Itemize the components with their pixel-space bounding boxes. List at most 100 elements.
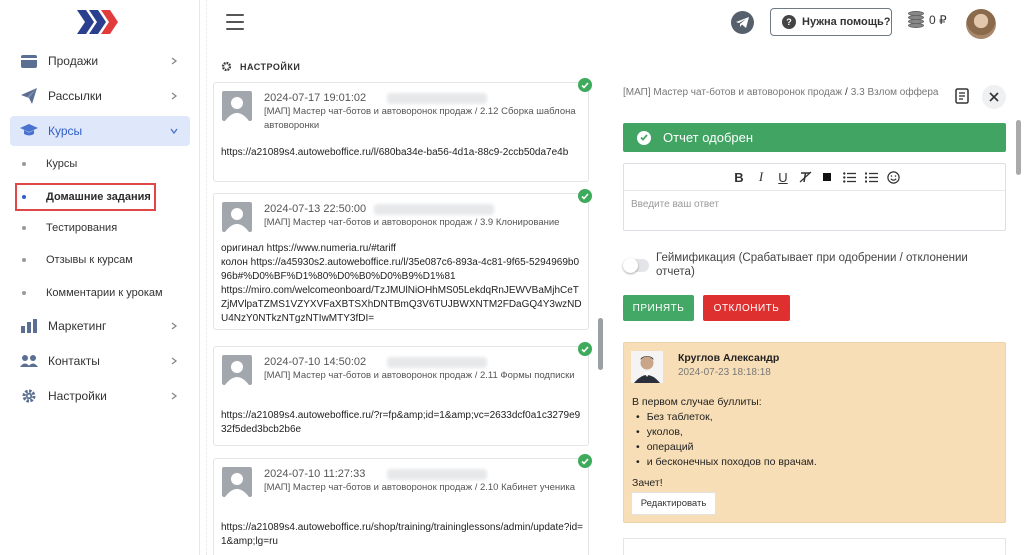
- check-icon: [578, 78, 592, 92]
- text-color-icon[interactable]: [816, 168, 838, 186]
- sidebar: Продажи Рассылки Курсы Курсы Домашние за…: [0, 0, 200, 555]
- reply-input[interactable]: Введите ваш ответ: [631, 199, 719, 210]
- submission-path: [МАП] Мастер чат-ботов и автоворонок про…: [264, 370, 575, 381]
- user-placeholder-icon: [222, 355, 252, 385]
- edit-comment-button[interactable]: Редактировать: [631, 492, 716, 515]
- submission-path: [МАП] Мастер чат-ботов и автоворонок про…: [264, 106, 576, 131]
- comment-text: В первом случае буллиты: Без таблеток, у…: [632, 395, 817, 491]
- submission-card[interactable]: 2024-07-10 14:50:02 [МАП] Мастер чат-бот…: [213, 346, 589, 446]
- status-text: Отчет одобрен: [663, 130, 754, 145]
- users-icon: [20, 353, 38, 369]
- sidebar-item-contacts[interactable]: Контакты: [10, 346, 190, 376]
- sidebar-subitem-label: Отзывы к курсам: [46, 254, 133, 266]
- sidebar-item-mailings[interactable]: Рассылки: [10, 81, 190, 111]
- graduation-cap-icon: [20, 123, 38, 139]
- sidebar-subitem-course-reviews[interactable]: Отзывы к курсам: [22, 248, 133, 272]
- sidebar-subitem-tests[interactable]: Тестирования: [22, 216, 117, 240]
- sidebar-item-label: Курсы: [48, 124, 83, 138]
- coins-icon: [908, 11, 924, 29]
- check-icon: [578, 189, 592, 203]
- sidebar-subitem-label: Комментарии к урокам: [46, 287, 163, 299]
- check-icon: [578, 454, 592, 468]
- bullet-list-icon[interactable]: [838, 168, 860, 186]
- sidebar-item-label: Маркетинг: [48, 319, 107, 333]
- bold-icon[interactable]: B: [728, 168, 750, 186]
- submission-date: 2024-07-17 19:01:02: [264, 92, 367, 104]
- redacted-name: [387, 469, 487, 480]
- user-placeholder-icon: [222, 467, 252, 497]
- sidebar-item-sales[interactable]: Продажи: [10, 46, 190, 76]
- submission-card[interactable]: 2024-07-17 19:01:02 [МАП] Мастер чат-бот…: [213, 82, 589, 182]
- curator-comment: Круглов Александр 2024-07-23 18:18:18 В …: [623, 342, 1006, 523]
- sidebar-item-label: Продажи: [48, 54, 99, 68]
- check-circle-icon: [637, 130, 651, 145]
- sidebar-subitem-courses[interactable]: Курсы: [22, 152, 77, 176]
- paper-plane-icon: [20, 88, 38, 104]
- breadcrumb-course: [МАП] Мастер чат-ботов и автоворонок про…: [623, 87, 843, 98]
- sidebar-item-settings[interactable]: Настройки: [10, 381, 190, 411]
- accept-button[interactable]: ПРИНЯТЬ: [623, 295, 694, 321]
- close-button[interactable]: [982, 85, 1006, 109]
- comment-author: Круглов Александр: [678, 352, 780, 364]
- gear-icon: [221, 61, 232, 72]
- help-button[interactable]: ? Нужна помощь?: [770, 8, 892, 36]
- chevron-right-icon: [171, 322, 178, 330]
- submission-date: 2024-07-10 14:50:02: [264, 356, 367, 368]
- chevron-right-icon: [171, 92, 178, 100]
- menu-toggle-button[interactable]: [226, 14, 244, 30]
- breadcrumb-lesson: 3.3 Взлом оффера: [850, 87, 939, 98]
- emoji-icon[interactable]: [882, 168, 904, 186]
- gear-icon: [20, 388, 38, 404]
- chevron-right-icon: [171, 357, 178, 365]
- list-scrollbar[interactable]: [598, 318, 603, 370]
- gamification-label: Геймификация (Срабатывает при одобрении …: [656, 252, 968, 278]
- close-icon: [989, 92, 999, 102]
- breadcrumb: [МАП] Мастер чат-ботов и автоворонок про…: [623, 86, 943, 100]
- underline-icon[interactable]: U: [772, 168, 794, 186]
- user-placeholder-icon: [222, 202, 252, 232]
- user-placeholder-icon: [222, 91, 252, 121]
- submission-card[interactable]: 2024-07-13 22:50:00 [МАП] Мастер чат-бот…: [213, 193, 589, 330]
- telegram-icon[interactable]: [731, 11, 754, 34]
- redacted-name: [374, 204, 494, 215]
- document-icon[interactable]: [953, 87, 971, 105]
- submission-body: https://a21089s4.autoweboffice.ru/l/680b…: [221, 147, 569, 158]
- submission-path: [МАП] Мастер чат-ботов и автоворонок про…: [264, 482, 576, 493]
- gamification-toggle[interactable]: [623, 258, 649, 273]
- submission-body: https://a21089s4.autoweboffice.ru/?r=fp&…: [221, 410, 581, 435]
- chevron-right-icon: [171, 57, 178, 65]
- reject-button[interactable]: ОТКЛОНИТЬ: [703, 295, 790, 321]
- comment-intro: В первом случае буллиты:: [632, 396, 762, 408]
- submission-card[interactable]: 2024-07-10 11:27:33 [МАП] Мастер чат-бот…: [213, 458, 589, 555]
- logo[interactable]: [77, 10, 119, 34]
- numbered-list-icon[interactable]: [860, 168, 882, 186]
- balance-value: 0 ₽: [929, 13, 947, 27]
- help-button-label: Нужна помощь?: [802, 16, 891, 28]
- clear-format-icon[interactable]: [794, 168, 816, 186]
- sidebar-subitem-label: Курсы: [46, 158, 78, 170]
- submission-body: https://a21089s4.autoweboffice.ru/shop/t…: [221, 522, 584, 547]
- comment-bullet: операций: [636, 440, 817, 455]
- user-avatar[interactable]: [966, 9, 996, 39]
- check-icon: [578, 342, 592, 356]
- sidebar-item-marketing[interactable]: Маркетинг: [10, 311, 190, 341]
- comment-bullet: Без таблеток,: [636, 410, 817, 425]
- redacted-name: [387, 93, 487, 104]
- author-avatar: [631, 351, 663, 383]
- comment-bullets: Без таблеток, уколов, операций и бесконе…: [632, 410, 817, 470]
- panel-scrollbar[interactable]: [1016, 120, 1021, 175]
- italic-icon[interactable]: I: [750, 168, 772, 186]
- cart-icon: [20, 53, 38, 69]
- sidebar-item-courses[interactable]: Курсы: [10, 116, 190, 146]
- sidebar-item-label: Настройки: [48, 389, 107, 403]
- comment-outro: Зачет!: [632, 477, 663, 489]
- balance-widget[interactable]: 0 ₽: [908, 11, 947, 29]
- comment-bullet: и бесконечных походов по врачам.: [636, 455, 817, 470]
- next-comment-card: [623, 538, 1006, 555]
- sidebar-item-label: Контакты: [48, 354, 100, 368]
- chart-bars-icon: [20, 318, 38, 334]
- redacted-name: [387, 357, 487, 368]
- breadcrumb-separator: /: [845, 87, 848, 98]
- sidebar-subitem-lesson-comments[interactable]: Комментарии к урокам: [22, 281, 163, 305]
- comment-bullet: уколов,: [636, 425, 817, 440]
